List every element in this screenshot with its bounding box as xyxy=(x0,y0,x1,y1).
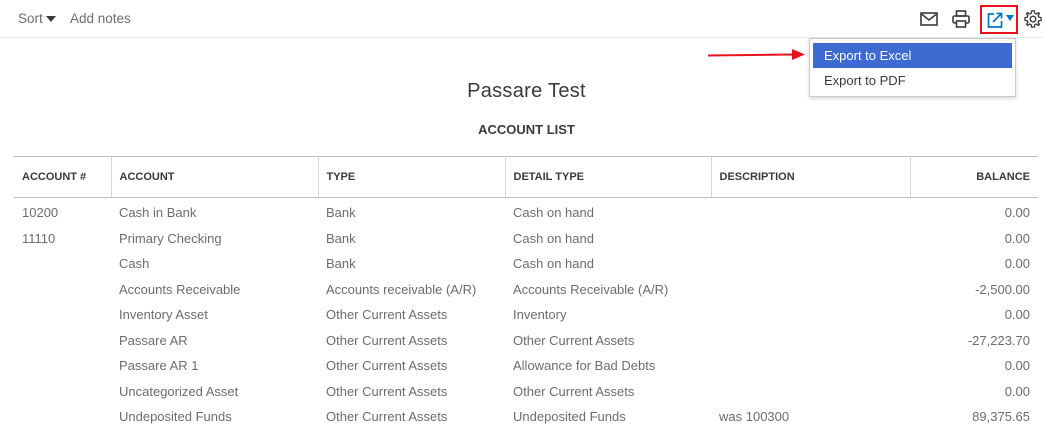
cell-description xyxy=(711,353,910,379)
cell-description xyxy=(711,328,910,354)
cell-account: Primary Checking xyxy=(119,230,222,246)
table-row[interactable]: Accounts Receivable Accounts receivable … xyxy=(14,277,1038,303)
annotation-arrow-icon xyxy=(707,49,805,60)
cell-account: Uncategorized Asset xyxy=(119,383,239,399)
export-icon xyxy=(987,12,1002,28)
column-header-detail-type[interactable]: DETAIL TYPE xyxy=(504,156,711,198)
cell-balance: -2,500.00 xyxy=(975,281,1030,297)
cell-detail-type: Allowance for Bad Debts xyxy=(513,358,656,374)
column-header-account-number[interactable]: ACCOUNT # xyxy=(14,156,111,198)
cell-type: Other Current Assets xyxy=(326,409,448,425)
cell-account-number: 10200 xyxy=(22,205,59,221)
sort-label: Sort xyxy=(18,11,43,26)
cell-detail-type: Inventory xyxy=(513,307,567,323)
cell-description xyxy=(711,277,910,303)
cell-account: Cash xyxy=(119,256,150,272)
cell-account-number xyxy=(14,379,111,405)
caret-down-icon xyxy=(1005,14,1014,21)
table-row[interactable]: Undeposited Funds Other Current Assets U… xyxy=(14,404,1038,430)
cell-balance: 0.00 xyxy=(1004,256,1030,272)
column-header-balance[interactable]: BALANCE xyxy=(909,156,1038,198)
caret-down-icon xyxy=(45,16,56,22)
cell-type: Accounts receivable (A/R) xyxy=(326,281,477,297)
table-row[interactable]: 10200 Cash in Bank Bank Cash on hand 0.0… xyxy=(14,198,1038,226)
cell-description xyxy=(711,251,910,277)
cell-description xyxy=(711,302,910,328)
cell-account-number xyxy=(14,328,111,354)
cell-type: Other Current Assets xyxy=(326,307,448,323)
table-row[interactable]: Inventory Asset Other Current Assets Inv… xyxy=(14,302,1038,328)
column-header-account[interactable]: ACCOUNT xyxy=(110,156,318,198)
cell-account-number xyxy=(14,251,111,277)
mail-icon[interactable] xyxy=(920,11,938,27)
cell-detail-type: Cash on hand xyxy=(513,205,594,221)
cell-detail-type: Undeposited Funds xyxy=(513,409,626,425)
cell-account: Accounts Receivable xyxy=(119,281,241,297)
column-header-description[interactable]: DESCRIPTION xyxy=(710,156,910,198)
cell-detail-type: Accounts Receivable (A/R) xyxy=(513,281,669,297)
table-row[interactable]: Passare AR 1 Other Current Assets Allowa… xyxy=(14,353,1038,379)
cell-account-number xyxy=(14,404,111,430)
table-header-row: ACCOUNT # ACCOUNT TYPE DETAIL TYPE DESCR… xyxy=(14,156,1038,198)
report-toolbar: Sort Add notes xyxy=(0,0,1043,38)
cell-type: Other Current Assets xyxy=(326,332,448,348)
cell-balance: 0.00 xyxy=(1004,307,1030,323)
cell-detail-type: Cash on hand xyxy=(513,256,594,272)
column-header-type[interactable]: TYPE xyxy=(317,156,505,198)
cell-detail-type: Other Current Assets xyxy=(513,332,635,348)
cell-type: Other Current Assets xyxy=(326,358,448,374)
cell-balance: 0.00 xyxy=(1004,383,1030,399)
cell-balance: 89,375.65 xyxy=(972,409,1030,425)
cell-account-number xyxy=(14,353,111,379)
cell-type: Other Current Assets xyxy=(326,383,448,399)
cell-description xyxy=(711,198,910,226)
cell-type: Bank xyxy=(326,256,356,272)
cell-type: Bank xyxy=(326,205,356,221)
cell-account-number xyxy=(14,302,111,328)
cell-balance: 0.00 xyxy=(1004,230,1030,246)
cell-account-number: 11110 xyxy=(22,230,56,246)
company-name: Passare Test xyxy=(467,80,586,102)
cell-balance: 0.00 xyxy=(1004,205,1030,221)
cell-description: was 100300 xyxy=(719,409,790,425)
export-button[interactable] xyxy=(980,5,1018,34)
report-title: ACCOUNT LIST xyxy=(478,122,575,137)
cell-balance: 0.00 xyxy=(1004,358,1030,374)
cell-account: Passare AR xyxy=(119,332,188,348)
cell-account: Cash in Bank xyxy=(119,205,197,221)
cell-description xyxy=(711,226,910,252)
print-icon[interactable] xyxy=(951,9,971,29)
cell-description xyxy=(711,379,910,405)
cell-type: Bank xyxy=(326,230,356,246)
add-notes-link[interactable]: Add notes xyxy=(70,11,131,26)
cell-account: Inventory Asset xyxy=(119,307,208,323)
table-row[interactable]: Uncategorized Asset Other Current Assets… xyxy=(14,379,1038,405)
cell-detail-type: Cash on hand xyxy=(513,230,594,246)
cell-account: Passare AR 1 xyxy=(119,358,199,374)
cell-balance: -27,223.70 xyxy=(967,332,1030,348)
account-list-table: ACCOUNT # ACCOUNT TYPE DETAIL TYPE DESCR… xyxy=(14,156,1038,430)
menu-item-export-excel[interactable]: Export to Excel xyxy=(813,43,1012,68)
gear-icon[interactable] xyxy=(1023,9,1043,29)
cell-detail-type: Other Current Assets xyxy=(513,383,635,399)
cell-account-number xyxy=(14,277,111,303)
sort-button[interactable]: Sort xyxy=(18,11,56,26)
table-row[interactable]: Passare AR Other Current Assets Other Cu… xyxy=(14,328,1038,354)
table-row[interactable]: Cash Bank Cash on hand 0.00 xyxy=(14,251,1038,277)
cell-account: Undeposited Funds xyxy=(119,409,232,425)
table-row[interactable]: 11110 Primary Checking Bank Cash on hand… xyxy=(14,226,1038,252)
